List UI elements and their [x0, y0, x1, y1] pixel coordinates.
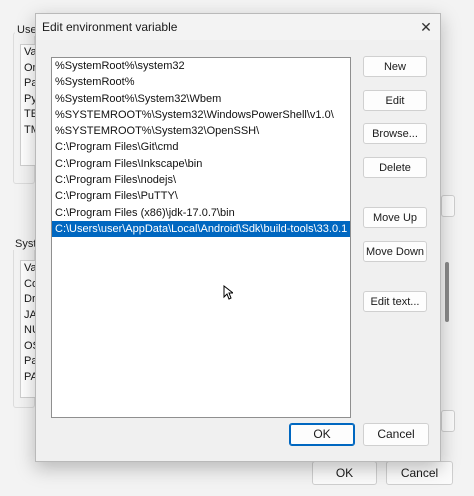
system-variables-scrollbar[interactable] [445, 262, 449, 322]
list-item-selected[interactable]: C:\Users\user\AppData\Local\Android\Sdk\… [52, 220, 350, 238]
list-item[interactable]: %SYSTEMROOT%\System32\WindowsPowerShell\… [52, 107, 350, 123]
parent-cancel-button[interactable]: Cancel [386, 461, 453, 485]
new-button[interactable]: New [363, 56, 427, 77]
list-item[interactable]: C:\Program Files\nodejs\ [52, 172, 350, 188]
parent-ok-button[interactable]: OK [312, 461, 377, 485]
list-item[interactable]: %SystemRoot%\System32\Wbem [52, 91, 350, 107]
cancel-button[interactable]: Cancel [363, 423, 429, 446]
move-up-button[interactable]: Move Up [363, 207, 427, 228]
list-item[interactable]: %SYSTEMROOT%\System32\OpenSSH\ [52, 123, 350, 139]
mouse-cursor-icon [223, 285, 233, 300]
list-item[interactable]: C:\Program Files\Inkscape\bin [52, 156, 350, 172]
list-item[interactable]: %SystemRoot% [52, 74, 350, 90]
delete-button[interactable]: Delete [363, 157, 427, 178]
user-variables-side-button[interactable] [441, 195, 455, 217]
list-item[interactable]: C:\Program Files\Git\cmd [52, 139, 350, 155]
dialog-title: Edit environment variable [42, 20, 178, 34]
list-item[interactable]: C:\Program Files (x86)\jdk-17.0.7\bin [52, 205, 350, 221]
list-item[interactable]: C:\Program Files\PuTTY\ [52, 188, 350, 204]
move-down-button[interactable]: Move Down [363, 241, 427, 262]
list-item[interactable]: %SystemRoot%\system32 [52, 58, 350, 74]
system-variables-side-button[interactable] [441, 410, 455, 432]
ok-button[interactable]: OK [289, 423, 355, 446]
browse-button[interactable]: Browse... [363, 123, 427, 144]
edit-button[interactable]: Edit [363, 90, 427, 111]
edit-environment-variable-dialog: Edit environment variable ✕ %SystemRoot%… [35, 13, 441, 462]
close-icon[interactable]: ✕ [415, 16, 437, 38]
path-entries-list[interactable]: %SystemRoot%\system32 %SystemRoot% %System… [51, 57, 351, 418]
edit-text-button[interactable]: Edit text... [363, 291, 427, 312]
dialog-titlebar[interactable]: Edit environment variable ✕ [36, 14, 440, 40]
